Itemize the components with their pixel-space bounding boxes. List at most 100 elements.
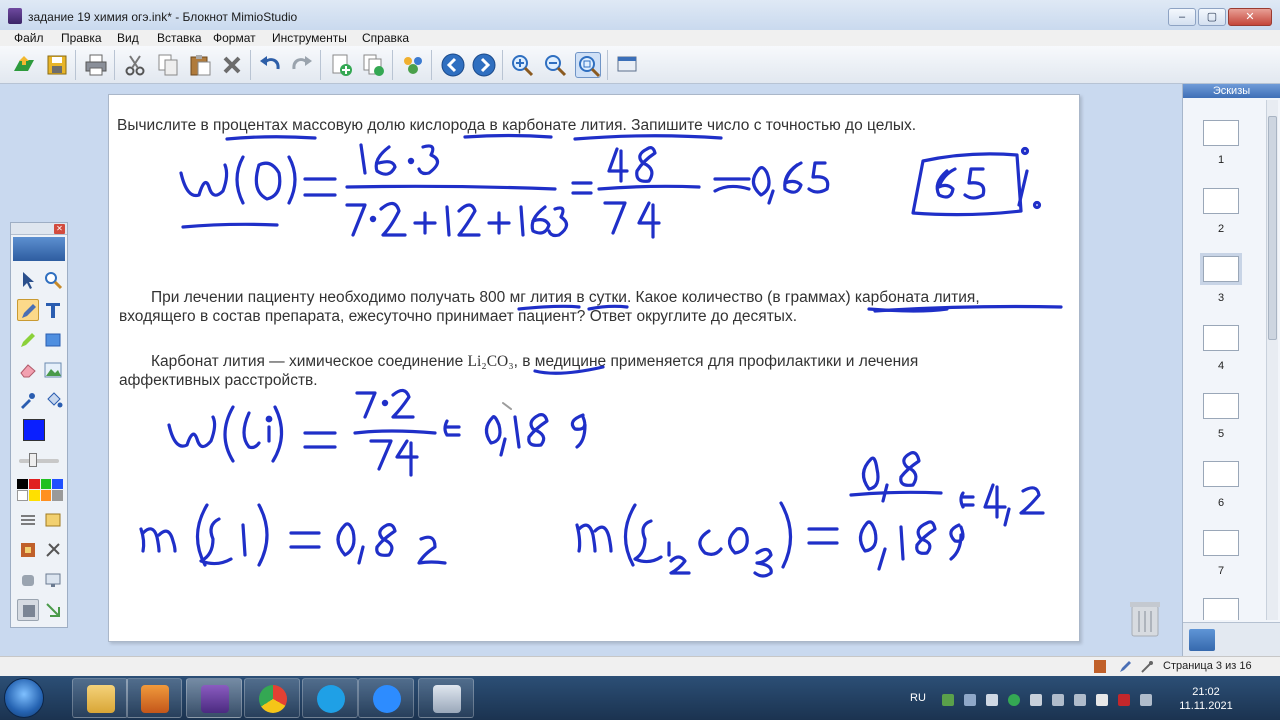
thumbnails-header: Эскизы [1183,84,1280,98]
thumbnail-page-8[interactable] [1203,598,1239,620]
thumbnail-page-2[interactable] [1203,188,1239,214]
page-indicator: Страница 3 из 16 [1163,660,1252,672]
tray-check-icon[interactable] [1008,694,1020,706]
menu-insert[interactable]: Вставка [157,31,202,45]
eyedropper-tool-icon[interactable] [17,389,39,411]
zoom-in-icon[interactable] [509,52,535,78]
window-title: задание 19 химия огэ.ink* - Блокнот Mimi… [28,10,298,24]
open-icon[interactable] [11,52,37,78]
tool-palette: ✕ [10,222,68,628]
notebook-page[interactable]: Вычислите в процентах массовую долю кисл… [108,94,1080,642]
thumbnail-page-3[interactable] [1200,253,1242,285]
clock[interactable]: 21:02 11.11.2021 [1174,685,1238,713]
thumbnail-page-5[interactable] [1203,393,1239,419]
properties-icon[interactable] [42,509,64,531]
redo-icon[interactable] [289,52,315,78]
minimize-button[interactable]: – [1168,8,1196,26]
calculator-taskbar-button[interactable] [418,678,474,718]
eraser-tool-icon[interactable] [17,359,39,381]
current-color-swatch[interactable] [23,419,45,441]
media-player-taskbar-button[interactable] [126,678,182,718]
tray-app-icon[interactable] [1118,694,1130,706]
thumbnail-number: 1 [1217,154,1225,166]
window-controls: – ▢ ✕ [1168,8,1272,26]
back-icon[interactable] [440,52,466,78]
recorder-icon[interactable] [17,569,39,591]
shape-tool-icon[interactable] [42,329,64,351]
menu-view[interactable]: Вид [117,31,139,45]
delete-icon[interactable] [219,52,245,78]
app-icon [8,8,22,24]
screen-capture-icon[interactable] [42,569,64,591]
flag-icon[interactable] [1140,694,1152,706]
network-icon[interactable] [1052,694,1064,706]
cut-icon[interactable] [122,52,148,78]
pen-status-icon[interactable] [1118,660,1132,673]
tray-app-icon[interactable] [1096,694,1108,706]
text-tool-icon[interactable] [42,299,64,321]
line-width-slider[interactable] [19,459,59,463]
fill-tool-icon[interactable] [42,389,64,411]
start-button[interactable] [4,678,44,718]
new-page-icon[interactable] [329,52,355,78]
line-style-icon[interactable] [17,509,39,531]
paste-icon[interactable] [187,52,213,78]
folder-view-icon[interactable] [1217,629,1243,651]
handwriting-ink-layer[interactable] [109,95,1080,642]
print-icon[interactable] [83,52,109,78]
tray-app-icon[interactable] [942,694,954,706]
slider-handle[interactable] [29,453,37,467]
zoom-out-icon[interactable] [542,52,568,78]
maximize-button[interactable]: ▢ [1198,8,1226,26]
thumbnail-scrollbar[interactable] [1266,100,1278,620]
select-tool-icon[interactable] [17,269,39,291]
thumbnail-page-6[interactable] [1203,461,1239,487]
menu-help[interactable]: Справка [362,31,409,45]
image-tool-icon[interactable] [42,359,64,381]
language-indicator[interactable]: RU [910,692,926,704]
close-button[interactable]: ✕ [1228,8,1272,26]
status-bar: Страница 3 из 16 [0,656,1280,676]
applications-icon[interactable] [17,599,39,621]
skype-taskbar-button[interactable] [302,678,358,718]
thumbnail-page-4[interactable] [1203,325,1239,351]
clear-tool-icon[interactable] [42,539,64,561]
save-icon[interactable] [44,52,70,78]
menu-tools[interactable]: Инструменты [272,31,347,45]
chrome-taskbar-button[interactable] [244,678,300,718]
tray-app-icon[interactable] [986,694,998,706]
forward-icon[interactable] [471,52,497,78]
copy-icon[interactable] [155,52,181,78]
zoom-tool-icon[interactable] [42,269,64,291]
trash-icon[interactable] [1128,598,1162,638]
collapse-palette-icon[interactable] [42,599,64,621]
thumbnails-view-icon[interactable] [1189,629,1215,651]
menu-file[interactable]: Файл [14,31,44,45]
tools-status-icon[interactable] [1140,660,1154,673]
thumbnail-page-7[interactable] [1203,530,1239,556]
explorer-taskbar-button[interactable] [72,678,128,718]
tray-app-icon[interactable] [964,694,976,706]
volume-icon[interactable] [1030,694,1042,706]
palette-header: ✕ [11,223,67,235]
menu-edit[interactable]: Правка [61,31,102,45]
highlighter-tool-icon[interactable] [17,329,39,351]
zoom-fit-icon[interactable] [575,52,601,78]
zoom-taskbar-button[interactable] [358,678,414,718]
record-icon[interactable] [1094,660,1106,673]
mimio-notebook-taskbar-button[interactable] [186,678,242,718]
undo-icon[interactable] [257,52,283,78]
menu-bar: Файл Правка Вид Вставка Формат Инструмен… [0,30,1280,46]
color-palette[interactable] [17,479,63,501]
scrollbar-thumb[interactable] [1268,116,1277,340]
main-toolbar [0,46,1280,84]
menu-format[interactable]: Формат [213,31,256,45]
duplicate-page-icon[interactable] [361,52,387,78]
pen-tool-icon[interactable] [17,299,39,321]
palette-close-icon[interactable]: ✕ [54,224,65,234]
thumbnail-page-1[interactable] [1203,120,1239,146]
gallery-icon[interactable] [400,52,426,78]
screen-icon[interactable] [614,52,640,78]
reveal-tool-icon[interactable] [17,539,39,561]
tray-app-icon[interactable] [1074,694,1086,706]
